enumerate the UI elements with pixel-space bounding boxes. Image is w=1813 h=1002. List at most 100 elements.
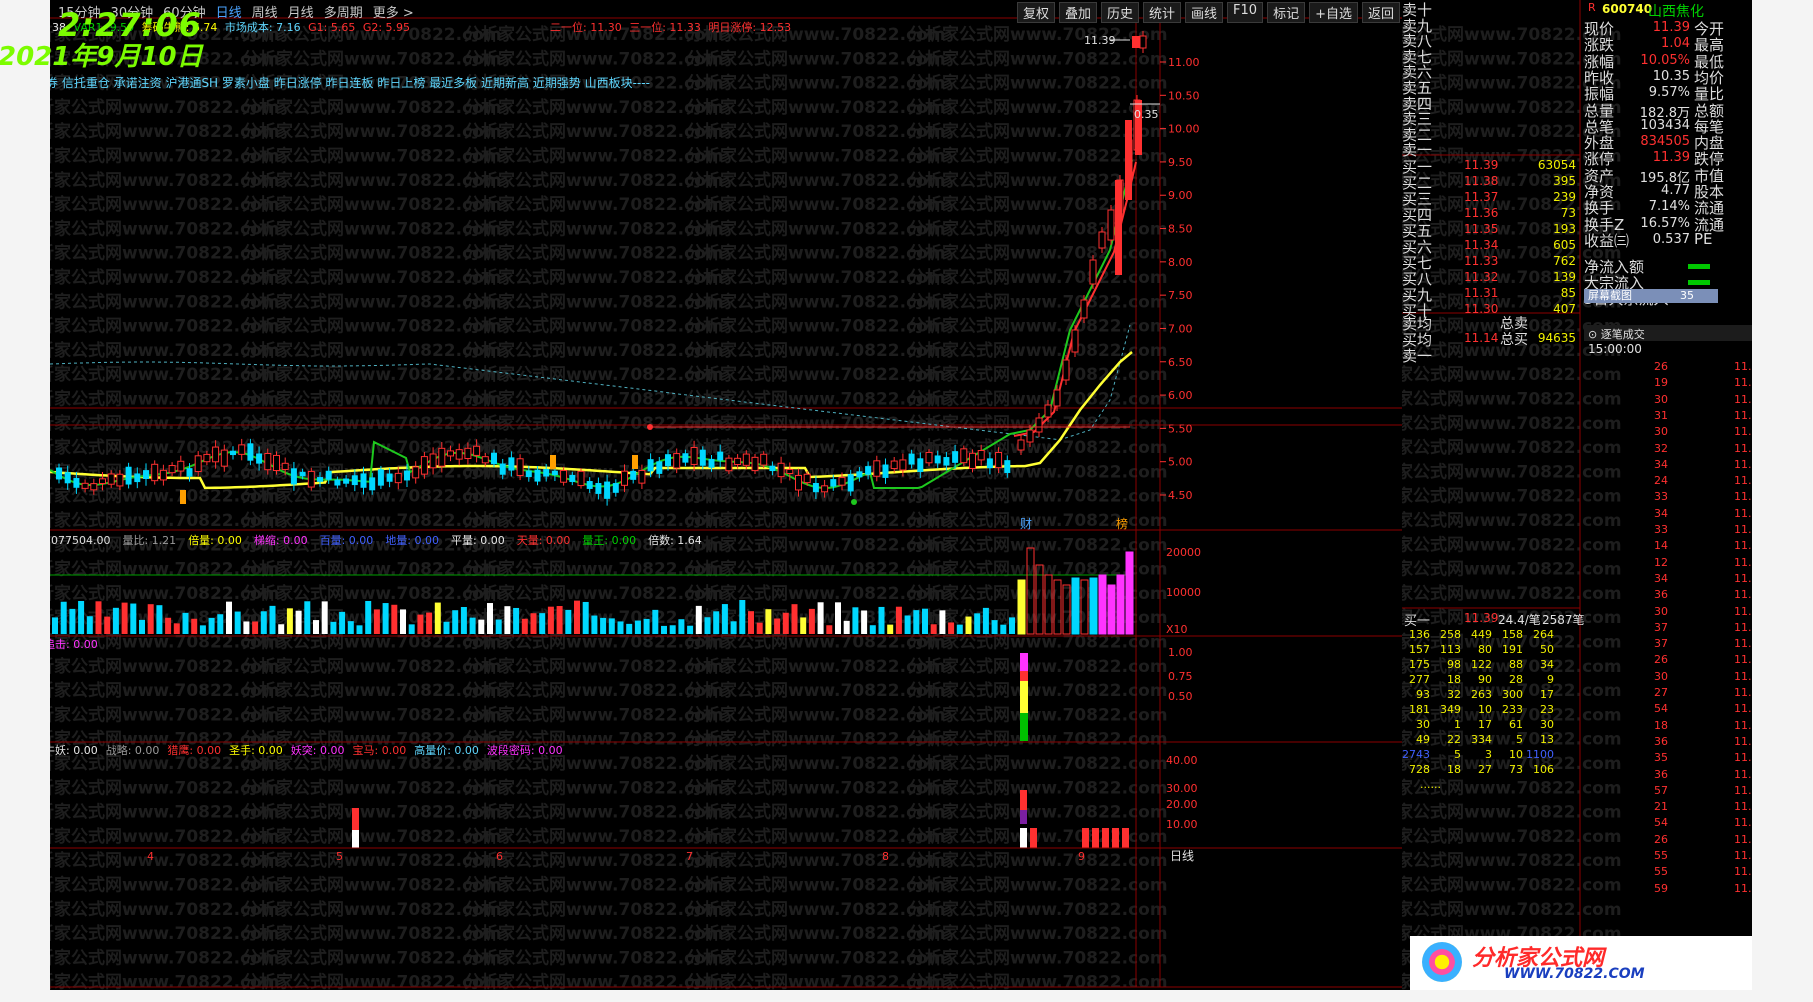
period-tab-4[interactable]: 周线 [252, 2, 278, 21]
tick-volume: 32 [1654, 441, 1668, 455]
candle-highlight [550, 455, 556, 469]
volume-bar [434, 602, 441, 634]
candle-body [491, 452, 497, 465]
tick-volume: 54 [1654, 816, 1668, 830]
candle-body [1089, 259, 1097, 285]
volume-bar [782, 612, 789, 634]
watermark-text: 分析家公式网www.70822.com [464, 364, 724, 385]
tick-volume: 26 [1654, 653, 1668, 667]
screen-frame-right [1752, 0, 1813, 1002]
watermark-text: 分析家公式网www.70822.com [242, 267, 502, 288]
list-event-marker[interactable]: 榜 [1116, 516, 1128, 531]
queue-volume: 18 [1447, 763, 1461, 776]
candle-body [551, 470, 558, 476]
watermark-text: 分析家公式网www.70822.com [242, 389, 502, 410]
watermark-text: 分析家公式网www.70822.com [908, 729, 1168, 750]
kline-chart[interactable]: 分析家公式网www.70822.com分析家公式网www.70822.com分析… [50, 0, 1402, 990]
toolbar-button-6[interactable]: 标记 [1267, 2, 1306, 23]
candle-body [438, 447, 446, 467]
volume-bar [582, 601, 589, 634]
watermark-text: 分析家公式网www.70822.com [242, 850, 502, 871]
concept-tags[interactable]: 券 信托重仓 承诺注资 沪港通SH 罗素小盘 昨日涨停 昨日连板 昨日上榜 最近… [50, 74, 650, 91]
volume-bar [600, 617, 607, 634]
tick-price: 11. [1734, 637, 1752, 651]
volume-bar [843, 620, 850, 634]
candle-body [125, 466, 132, 485]
volume-bar [547, 606, 554, 634]
volume-bar [791, 604, 798, 634]
tick-price: 11. [1734, 832, 1752, 846]
toolbar-button-7[interactable]: +自选 [1309, 2, 1358, 23]
watermark-text: 分析家公式网www.70822.com [908, 364, 1168, 385]
period-tab-6[interactable]: 多周期 [324, 2, 363, 21]
tick-volume: 34 [1654, 506, 1668, 520]
bottom-indicator-item: 猎鹰: 0.00 [167, 743, 221, 757]
price-tick: 7.50 [1168, 289, 1193, 302]
second-level: 二一位: 11.30 [550, 21, 622, 34]
date-tick: 4 [147, 850, 154, 863]
watermark-text: 分析家公式网www.70822.com [686, 729, 946, 750]
price-tick: 10.50 [1168, 89, 1200, 102]
bottom-indicator-item: 牛妖: 0.00 [50, 743, 98, 757]
watermark-text: 分析家公式网www.70822.com [242, 243, 502, 264]
candle-body [621, 470, 628, 486]
toolbar-button-2[interactable]: 历史 [1100, 2, 1139, 23]
candle-body [394, 472, 402, 484]
candle-body [1044, 404, 1052, 418]
period-tab-5[interactable]: 月线 [288, 2, 314, 21]
watermark-text: 分析家公式网www.70822.com [686, 146, 946, 167]
tick-volume: 35 [1654, 751, 1668, 765]
watermark-text: 分析家公式网www.70822.com [908, 850, 1168, 871]
tick-price: 11. [1734, 702, 1752, 716]
watermark-text: 分析家公式网www.70822.com [686, 583, 946, 604]
volume-indicator-item: 天量: 0.00 [517, 534, 571, 547]
tick-volume: 12 [1654, 555, 1668, 569]
signal-bar [1030, 828, 1037, 848]
watermark-text: 分析家公式网www.70822.com [464, 680, 724, 701]
volume-indicator-item: 百量: 0.00 [320, 534, 374, 547]
finance-event-marker[interactable]: 财 [1020, 517, 1032, 531]
watermark-text: 分析家公式网www.70822.com [686, 850, 946, 871]
watermark-text: 分析家公式网www.70822.com [464, 316, 724, 337]
watermark-text: 分析家公式网www.70822.com [908, 923, 1168, 944]
volume-indicator-item: 地量: 0.00 [385, 534, 439, 547]
toolbar-button-4[interactable]: 画线 [1185, 2, 1224, 23]
volume-bar [687, 625, 694, 634]
candle-body [56, 467, 62, 480]
queue-volume: 449 [1471, 628, 1492, 641]
period-tab-3[interactable]: 日线 [216, 2, 242, 21]
buy-level-volume: 139 [1553, 270, 1576, 284]
candle-body [90, 483, 98, 491]
queue-more[interactable]: ...... [1420, 778, 1441, 791]
tick-list-title[interactable]: ⊙ 逐笔成交 [1588, 326, 1645, 342]
volume-bar [913, 610, 920, 634]
tick-price: 11. [1734, 816, 1752, 830]
price-tick: 5.50 [1168, 422, 1193, 435]
candle-body [404, 470, 410, 481]
toolbar-button-0[interactable]: 复权 [1016, 2, 1055, 23]
watermark-text: 分析家公式网www.70822.com [242, 194, 502, 215]
candle-body-rally [1125, 120, 1132, 200]
toolbar-button-1[interactable]: 叠加 [1058, 2, 1097, 23]
volume-bar [704, 617, 711, 634]
watermark-text: 分析家公式网www.70822.com [242, 316, 502, 337]
queue-volume: 49 [1416, 733, 1430, 746]
queue-volume: 258 [1440, 628, 1461, 641]
watermark-text: 分析家公式网www.70822.com [686, 632, 946, 653]
toolbar-button-8[interactable]: 返回 [1361, 2, 1400, 23]
buy-level-volume: 605 [1553, 238, 1576, 252]
toolbar-button-3[interactable]: 统计 [1143, 2, 1182, 23]
buy1-summary-avg: 24.4/笔 [1498, 613, 1541, 627]
volume-bar [339, 611, 346, 634]
tick-volume: 55 [1654, 849, 1668, 862]
watermark-text: 分析家公式网www.70822.com [908, 97, 1168, 118]
buy-level-price: 11.34 [1464, 238, 1499, 252]
volume-bar [1009, 617, 1015, 634]
toolbar-button-5[interactable]: F10 [1227, 2, 1264, 23]
queue-volume: 32 [1447, 688, 1461, 701]
watermark-text: 分析家公式网www.70822.com [686, 704, 946, 725]
period-tab-7[interactable]: 更多 > [373, 2, 414, 21]
watermark-text: 分析家公式网www.70822.com [686, 413, 946, 434]
queue-volume: 157 [1409, 643, 1430, 656]
watermark-text: 分析家公式网www.70822.com [464, 486, 724, 507]
